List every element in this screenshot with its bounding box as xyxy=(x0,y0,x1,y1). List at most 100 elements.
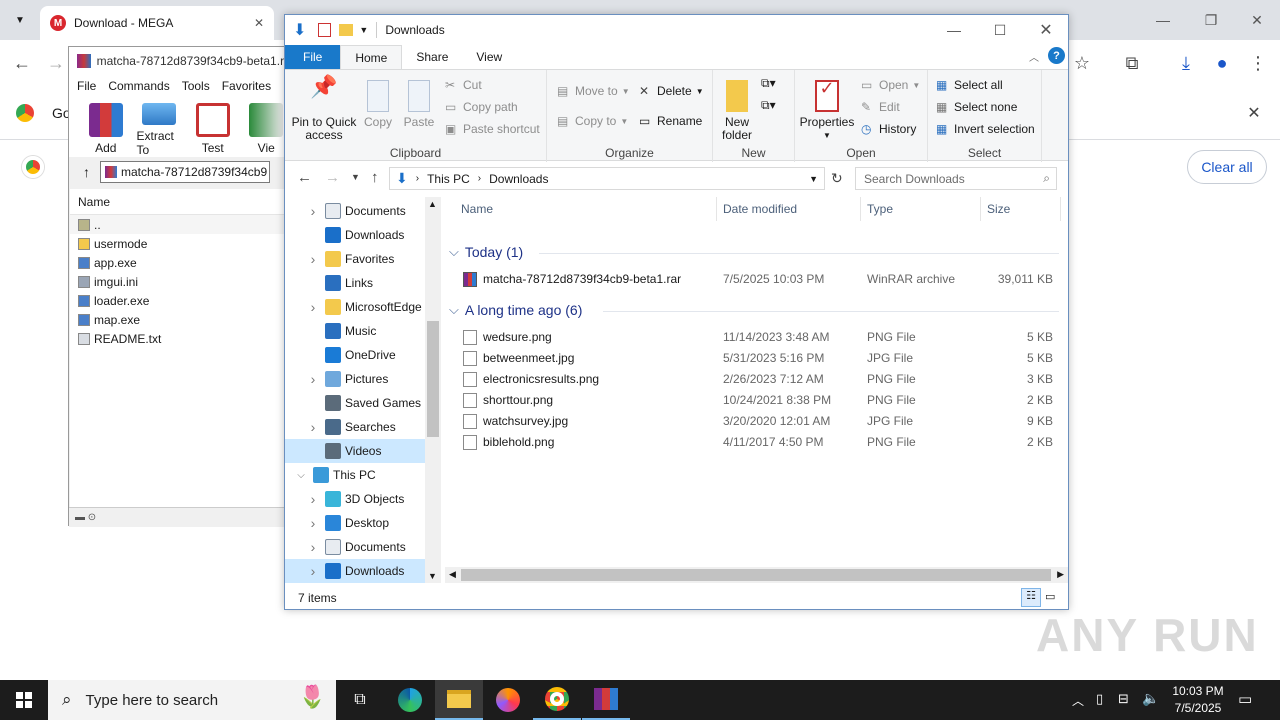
nav-item-pictures[interactable]: › Pictures xyxy=(285,367,425,391)
nav-scrollbar[interactable]: ▲ ▼ xyxy=(425,197,441,583)
tab-search-button[interactable]: ▼ xyxy=(6,6,34,34)
clear-all-button[interactable]: Clear all xyxy=(1187,150,1267,184)
extract-to-button[interactable]: Extract To xyxy=(137,97,183,157)
download-icon[interactable]: ⤓ xyxy=(1170,47,1202,79)
large-icons-view-icon[interactable]: ▭ xyxy=(1045,590,1055,603)
nav-item-links[interactable]: Links xyxy=(285,271,425,295)
file-row[interactable]: wedsure.png 11/14/2023 3:48 AM PNG File 5 K… xyxy=(445,327,1065,348)
chevron-down-icon[interactable]: ▼ xyxy=(359,25,368,35)
close-icon[interactable]: ✕ xyxy=(254,16,264,30)
file-row[interactable]: watchsurvey.jpg 3/20/2020 12:01 AM JPG Fil… xyxy=(445,411,1065,432)
kebab-menu-icon[interactable]: ⋮ xyxy=(1242,47,1274,79)
volume-icon[interactable]: 🔈 xyxy=(1142,690,1159,707)
nav-item-this-pc[interactable]: ⌵ This PC xyxy=(285,463,425,487)
nav-item-microsoftedge[interactable]: › MicrosoftEdge xyxy=(285,295,425,319)
open-button[interactable]: ▭ Open ▼ xyxy=(861,78,920,92)
edit-button[interactable]: ✎ Edit xyxy=(861,100,900,114)
chevron-right-icon[interactable]: › xyxy=(305,563,321,579)
tab-file[interactable]: File xyxy=(285,45,341,69)
tab-share[interactable]: Share xyxy=(402,45,462,69)
add-button[interactable]: Add xyxy=(83,97,129,157)
file-row[interactable]: shorttour.png 10/24/2021 8:38 PM PNG File 2… xyxy=(445,390,1065,411)
nav-item-documents[interactable]: › Documents xyxy=(285,535,425,559)
chevron-up-icon[interactable]: ▲ xyxy=(428,199,437,209)
file-row[interactable]: matcha-78712d8739f34cb9-beta1.rar 7/5/202… xyxy=(445,269,1065,290)
column-name[interactable]: Name xyxy=(455,197,717,221)
winrar-file-row[interactable]: usermode xyxy=(70,234,288,253)
chrome-close-button[interactable]: ✕ xyxy=(1234,0,1280,40)
chevron-right-icon[interactable]: › xyxy=(305,203,321,219)
chevron-down-icon[interactable]: ⌵ xyxy=(449,244,459,260)
column-date-modified[interactable]: Date modified xyxy=(717,197,861,221)
winrar-file-row[interactable]: README.txt xyxy=(70,329,288,348)
up-arrow-icon[interactable]: ↑ xyxy=(83,164,90,180)
nav-item-videos[interactable]: Videos xyxy=(285,439,425,463)
nav-item-downloads[interactable]: Downloads xyxy=(285,223,425,247)
easy-access-icon[interactable]: ⧉▾ xyxy=(761,98,776,113)
test-button[interactable]: Test xyxy=(190,97,236,157)
tab-view[interactable]: View xyxy=(462,45,516,69)
profile-avatar-icon[interactable]: ● xyxy=(1206,47,1238,79)
extensions-icon[interactable]: ⧉ xyxy=(1116,47,1148,79)
select-all-button[interactable]: ▦ Select all xyxy=(936,78,1003,92)
nav-item-documents[interactable]: › Documents xyxy=(285,199,425,223)
close-icon[interactable]: ✕ xyxy=(1238,97,1270,129)
taskbar-firefox[interactable] xyxy=(484,680,532,720)
file-row[interactable]: electronicsresults.png 2/26/2023 7:12 AM P… xyxy=(445,369,1065,390)
help-icon[interactable]: ? xyxy=(1048,47,1065,64)
taskbar-clock[interactable]: 10:03 PM 7/5/2025 xyxy=(1168,683,1228,717)
copy-path-button[interactable]: ▭ Copy path xyxy=(445,100,518,114)
properties-button[interactable]: ✓ Properties ▼ xyxy=(799,79,855,142)
file-row[interactable]: biblehold.png 4/11/2017 4:50 PM PNG File 2 … xyxy=(445,432,1065,453)
horizontal-scrollbar[interactable]: ◀ ▶ xyxy=(445,567,1068,583)
details-view-icon[interactable]: ☷ xyxy=(1021,588,1041,607)
delete-button[interactable]: ✕ Delete ▼ xyxy=(639,84,704,98)
chevron-down-icon[interactable]: ⌵ xyxy=(293,470,309,481)
explorer-maximize-button[interactable]: ☐ xyxy=(977,10,1023,50)
task-view-button[interactable]: ⧉ xyxy=(336,680,384,720)
taskbar-search[interactable]: ⌕ Type here to search 🌷 xyxy=(48,680,336,720)
nav-item-3d-objects[interactable]: › 3D Objects xyxy=(285,487,425,511)
winrar-file-row[interactable]: loader.exe xyxy=(70,291,288,310)
refresh-icon[interactable]: ↻ xyxy=(831,170,843,187)
winrar-file-row[interactable]: .. xyxy=(70,215,288,234)
address-bar[interactable]: ⬇ › This PC › Downloads ▼ xyxy=(389,167,825,190)
back-arrow-icon[interactable]: ← xyxy=(297,169,312,186)
nav-item-desktop[interactable]: › Desktop xyxy=(285,511,425,535)
chevron-down-icon[interactable]: ⌵ xyxy=(449,302,459,318)
winrar-file-row[interactable]: app.exe xyxy=(70,253,288,272)
column-type[interactable]: Type xyxy=(861,197,981,221)
new-item-icon[interactable]: ⧉▾ xyxy=(761,76,776,91)
chevron-right-icon[interactable]: ▶ xyxy=(1057,569,1064,580)
paste-button[interactable]: Paste xyxy=(401,80,437,129)
winrar-file-row[interactable]: map.exe xyxy=(70,310,288,329)
nav-item-music[interactable]: Music xyxy=(285,319,425,343)
taskbar-chrome[interactable] xyxy=(533,680,581,720)
forward-arrow-icon[interactable]: → xyxy=(325,169,340,186)
search-input[interactable]: Search Downloads ⌕ xyxy=(855,167,1057,190)
chevron-right-icon[interactable]: › xyxy=(305,491,321,507)
network-icon[interactable]: ⊟ xyxy=(1118,691,1129,707)
pin-quick-access-button[interactable]: 📌 Pin to Quick access xyxy=(289,76,359,142)
chrome-restore-button[interactable]: ❐ xyxy=(1188,0,1234,40)
group-header[interactable]: ⌵ Today (1) xyxy=(449,241,523,263)
bookmark-star-icon[interactable]: ☆ xyxy=(1066,47,1098,79)
group-header[interactable]: ⌵ A long time ago (6) xyxy=(449,299,582,321)
taskbar-file-explorer[interactable] xyxy=(435,680,483,720)
chevron-down-icon[interactable]: ▼ xyxy=(428,571,437,581)
start-button[interactable] xyxy=(0,680,48,720)
chevron-down-icon[interactable]: ▼ xyxy=(809,174,818,184)
up-arrow-icon[interactable]: ↑ xyxy=(371,169,379,186)
column-size[interactable]: Size xyxy=(981,197,1061,221)
menu-commands[interactable]: Commands xyxy=(108,79,169,93)
nav-item-onedrive[interactable]: OneDrive xyxy=(285,343,425,367)
chevron-right-icon[interactable]: › xyxy=(305,251,321,267)
menu-tools[interactable]: Tools xyxy=(182,79,210,93)
breadcrumb-this-pc[interactable]: This PC xyxy=(427,172,470,186)
chevron-right-icon[interactable]: › xyxy=(305,371,321,387)
explorer-minimize-button[interactable]: — xyxy=(931,10,977,50)
nav-item-downloads[interactable]: › Downloads xyxy=(285,559,425,583)
battery-icon[interactable]: ▯ xyxy=(1096,691,1103,707)
recent-locations-icon[interactable]: ▼ xyxy=(351,172,360,182)
chevron-right-icon[interactable]: › xyxy=(305,419,321,435)
